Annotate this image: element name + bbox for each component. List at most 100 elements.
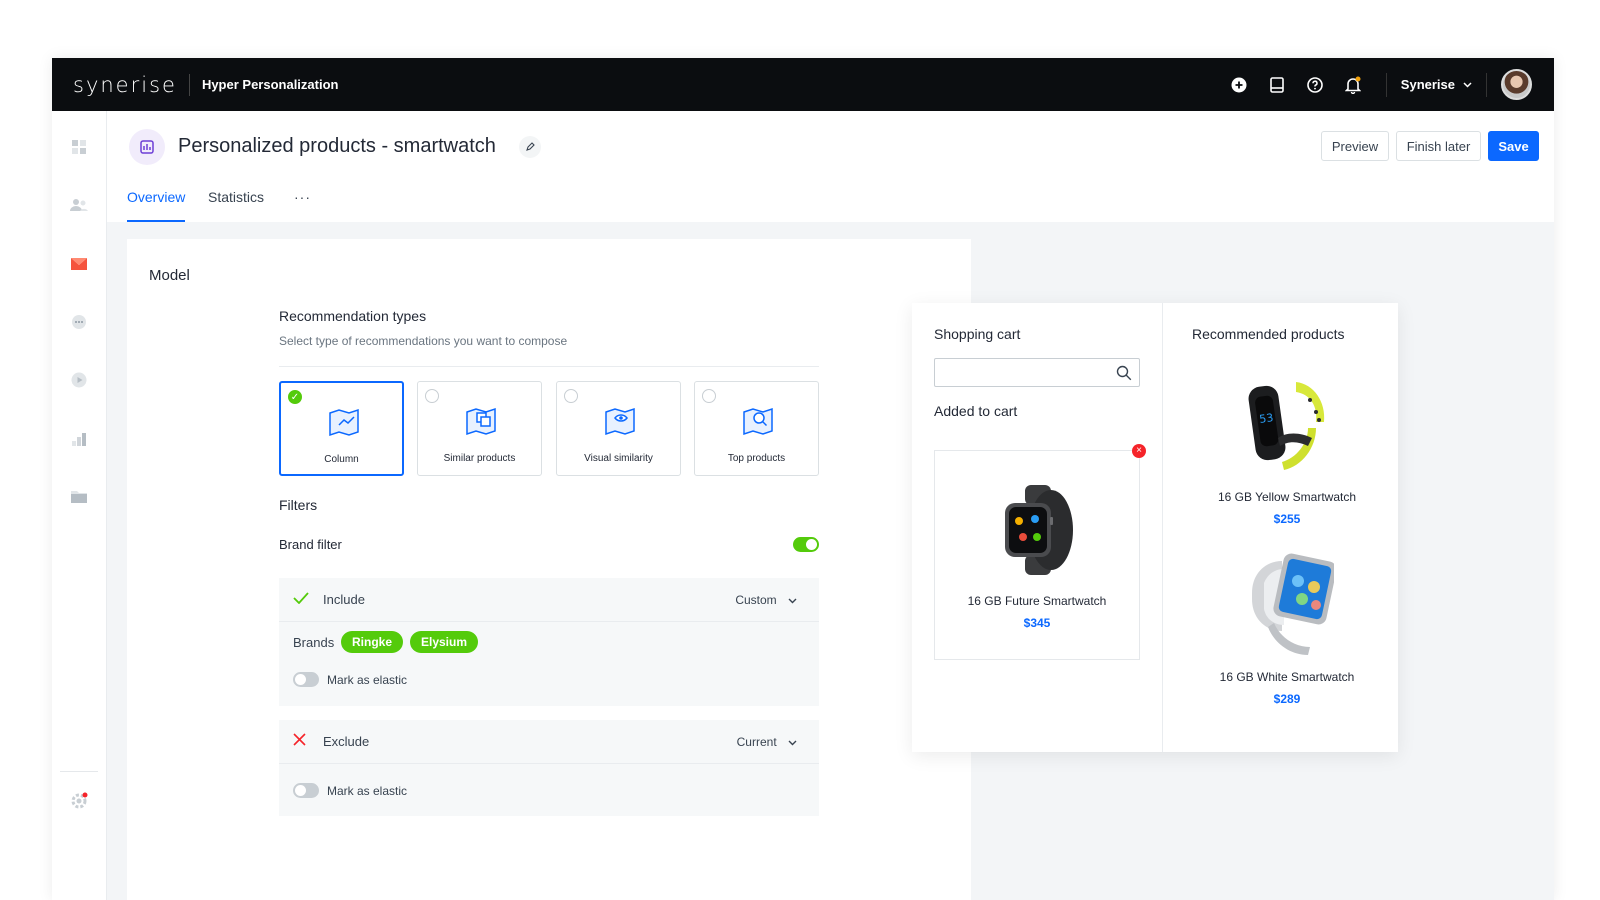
tab-more[interactable]: ··· [294,189,311,222]
filters-title: Filters [279,497,318,513]
black-smartwatch-image [1005,485,1073,575]
recommended-product-price: $289 [1273,692,1301,706]
org-switcher[interactable]: Synerise [1401,77,1472,92]
rec-type-label: Column [324,454,359,465]
rec-type-column[interactable]: ✓ Column [279,381,404,476]
page-title: Personalized products - smartwatch [178,135,496,157]
yellow-smartwatch-image: 53 [1248,382,1325,470]
finish-later-button[interactable]: Finish later [1396,131,1481,161]
play-icon[interactable] [69,370,89,390]
dashboard-icon[interactable] [69,137,89,157]
brand-filter-row: Brand filter [279,537,819,557]
brand-filter-toggle[interactable] [793,537,819,552]
recommended-products-title: Recommended products [1192,326,1345,342]
brand-filter-label: Brand filter [279,537,342,552]
recommended-product-2[interactable]: 16 GB White Smartwatch $289 [1182,553,1392,713]
app-window: synerise Hyper Personalization Synerise [52,58,1554,900]
chat-icon[interactable] [69,312,89,332]
exclude-elastic-label: Mark as elastic [327,784,408,798]
remove-item-button[interactable]: × [1132,444,1146,458]
exclude-label: Exclude [323,734,370,749]
rec-type-visual-similarity[interactable]: Visual similarity [556,381,681,476]
recommendation-types-title: Recommendation types [279,308,427,324]
brands-label: Brands [293,635,335,650]
sidebar [52,111,107,900]
bell-icon[interactable] [1334,76,1372,94]
cart-product-card[interactable]: 16 GB Future Smartwatch $345 [934,450,1140,660]
include-filter: Include Custom Brands Ringke Elysium Mar… [279,578,819,706]
help-icon[interactable] [1296,76,1334,93]
model-title: Model [149,267,190,284]
campaign-icon[interactable] [69,254,89,274]
org-name: Synerise [1400,77,1455,92]
model-card: Model Recommendation types Select type o… [127,239,971,900]
ai-recommendation-icon [129,129,165,165]
topbar-divider [1486,72,1487,97]
avatar[interactable] [1501,69,1532,100]
include-filter-header[interactable]: Include Custom [279,578,819,622]
include-mode-value: Custom [735,593,777,607]
recommended-product-1[interactable]: 53 16 GB Yellow Smartwatch $255 [1182,373,1392,533]
chevron-down-icon [1463,81,1472,88]
radio-button[interactable] [564,389,578,403]
topbar-divider [1385,72,1387,97]
include-label: Include [323,592,365,607]
cart-product-name: 16 GB Future Smartwatch [967,594,1107,608]
close-icon [293,733,306,750]
plus-circle-icon[interactable] [1220,77,1258,93]
chevron-down-icon [788,598,797,604]
exclude-filter-header[interactable]: Exclude Current [279,720,819,764]
rec-type-label: Top products [727,453,786,464]
app-name: Hyper Personalization [201,77,339,92]
search-icon [1116,365,1132,381]
chevron-down-icon [788,740,797,746]
check-icon [293,591,309,608]
preview-button[interactable]: Preview [1321,131,1389,161]
rec-type-top-products[interactable]: Top products [694,381,819,476]
svg-text:53: 53 [1259,411,1275,426]
column-type-icon [329,408,359,437]
recommended-product-name: 16 GB White Smartwatch [1219,670,1355,684]
include-elastic-label: Mark as elastic [327,673,408,687]
settings-icon[interactable] [69,791,89,811]
logo-divider [188,73,190,96]
book-icon[interactable] [1258,76,1296,93]
folder-icon[interactable] [69,487,89,507]
top-bar: synerise Hyper Personalization Synerise [52,58,1554,111]
include-elastic-toggle[interactable] [293,672,319,687]
tab-statistics[interactable]: Statistics [208,189,264,222]
rec-type-similar-products[interactable]: Similar products [417,381,542,476]
white-smartwatch-image [1252,553,1334,655]
cart-search-input[interactable] [934,358,1140,387]
similar-products-icon [466,407,496,436]
analytics-icon[interactable] [69,429,89,449]
rec-type-label: Similar products [443,453,516,464]
people-icon[interactable] [69,195,89,215]
recommended-product-name: 16 GB Yellow Smartwatch [1217,490,1357,504]
synerise-logo[interactable]: synerise [73,73,177,97]
include-mode-select[interactable]: Custom [735,593,797,607]
exclude-elastic-toggle[interactable] [293,783,319,798]
recommended-product-price: $255 [1273,512,1301,526]
save-button[interactable]: Save [1488,131,1539,161]
brand-chip-ringke[interactable]: Ringke [341,631,404,653]
top-products-icon [743,407,773,436]
brand-chip-elysium[interactable]: Elysium [410,631,479,653]
preview-divider [1162,303,1163,752]
check-icon: ✓ [288,390,302,404]
edit-title-button[interactable] [519,136,541,158]
recommendation-types-subtitle: Select type of recommendations you want … [279,334,568,348]
rec-type-label: Visual similarity [584,453,653,464]
tab-overview[interactable]: Overview [127,189,186,222]
top-bar-actions: Synerise [1220,58,1532,111]
added-to-cart-title: Added to cart [934,403,1018,419]
radio-button[interactable] [702,389,716,403]
radio-button[interactable] [425,389,439,403]
preview-panel: Shopping cart Added to cart 16 GB Future… [912,303,1398,752]
exclude-filter: Exclude Current Mark as elastic [279,720,819,816]
page-header: Personalized products - smartwatch Previ… [107,111,1554,222]
pencil-icon [526,142,535,151]
cart-product-price: $345 [1023,616,1051,630]
section-divider [279,366,819,367]
exclude-mode-select[interactable]: Current [737,735,797,749]
